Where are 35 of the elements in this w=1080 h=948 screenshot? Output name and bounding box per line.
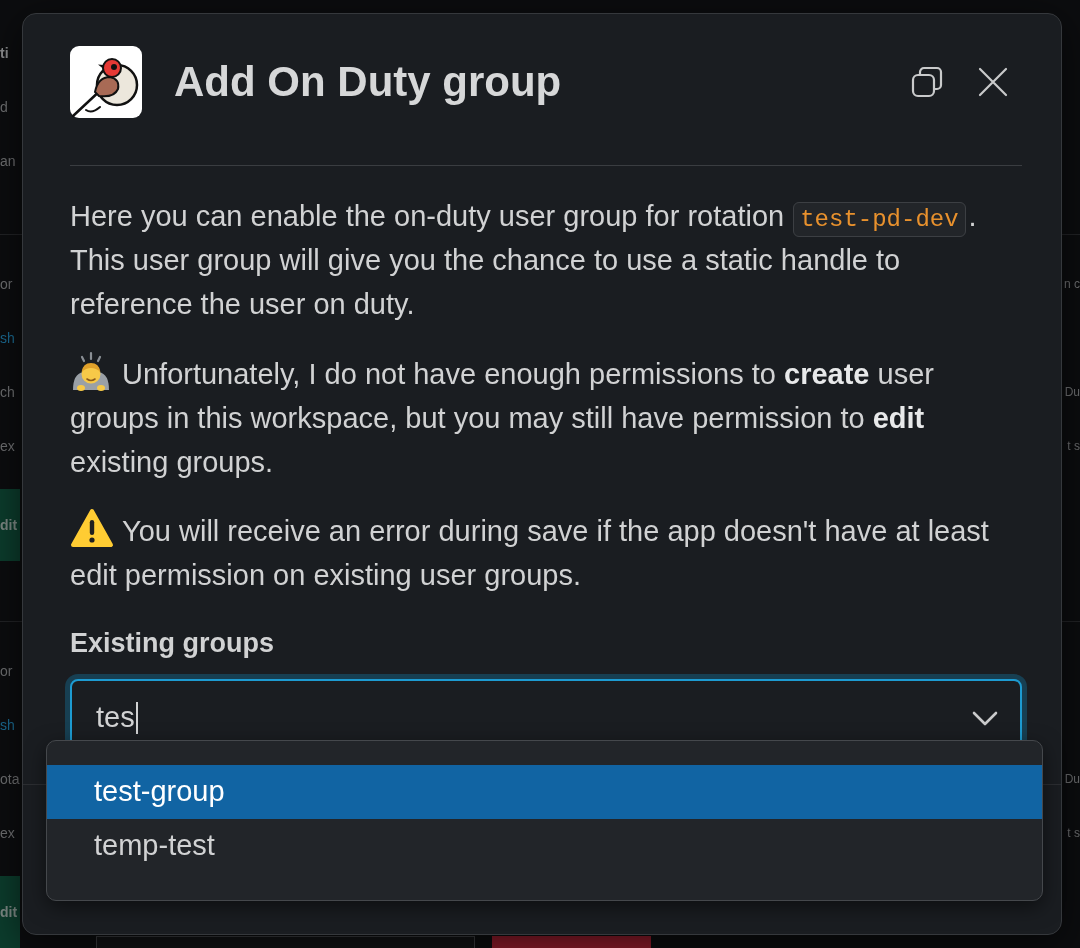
chevron-down-icon: [972, 710, 998, 726]
copy-icon: [911, 66, 943, 98]
background-text: or: [0, 664, 13, 678]
warning-icon: [70, 508, 114, 548]
background-text: or: [0, 277, 13, 291]
background-text: Du: [1064, 386, 1080, 398]
dialog-title: Add On Duty group: [174, 57, 562, 107]
option-item[interactable]: temp-test: [47, 819, 1042, 873]
background-link[interactable]: sh: [0, 718, 15, 732]
close-button[interactable]: [976, 65, 1010, 99]
background-button[interactable]: dit: [0, 489, 20, 561]
background-text: n c: [1064, 278, 1080, 290]
notice-text: You will receive an error during save if the app doesn't have at least edit permission on existing user groups.: [70, 508, 1010, 597]
background-link[interactable]: sh: [0, 331, 15, 345]
background-text: Du: [1064, 773, 1080, 785]
background-text: d: [0, 100, 8, 114]
text-cursor-icon: [135, 702, 138, 734]
intro-text: Here you can enable the on-duty user group for rotation test-pd-dev . This user group will give you the chance to use a static handle to reference the user on duty.: [70, 199, 978, 322]
bowing-person-icon: [70, 350, 112, 392]
background-heading: ti: [0, 46, 9, 60]
background-text: ex: [0, 439, 15, 453]
background-button[interactable]: dit: [0, 876, 20, 948]
notice-text: Unfortunately, I do not have enough permissions to create user groups in this workspace, but you may still have permission to edit existing groups.: [70, 350, 1010, 484]
duplicate-button[interactable]: [910, 65, 944, 99]
close-icon: [978, 67, 1008, 97]
field-label: Existing groups: [70, 627, 276, 660]
code-snippet: test-pd-dev: [793, 202, 966, 237]
background-text: ota: [0, 772, 20, 786]
background-text: t s: [1067, 440, 1080, 452]
background-text: t s: [1067, 827, 1080, 839]
bird-logo-icon: [70, 46, 142, 118]
background-text: an: [0, 154, 16, 168]
background-text: ch: [0, 385, 15, 399]
background-text: ex: [0, 826, 15, 840]
option-item[interactable]: test-group: [47, 765, 1042, 819]
